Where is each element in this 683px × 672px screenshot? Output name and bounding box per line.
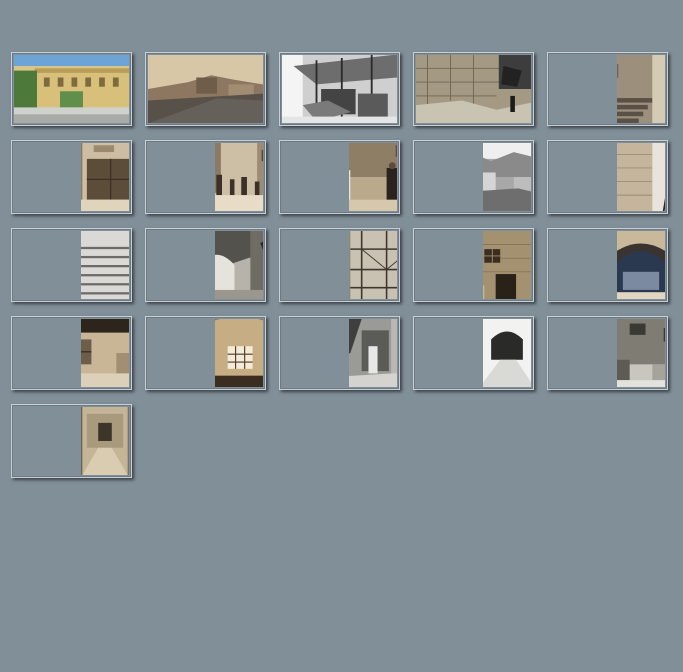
- thumbnail-caption: [420, 201, 480, 208]
- gallery-thumbnail[interactable]: [547, 52, 668, 126]
- gallery-thumbnail[interactable]: [413, 140, 534, 214]
- gallery-thumbnail[interactable]: [145, 316, 266, 390]
- thumbnail-photo: [81, 407, 129, 475]
- gallery-thumbnail[interactable]: [11, 140, 132, 214]
- thumbnail-caption: [554, 377, 614, 384]
- thumbnail-caption: [18, 465, 78, 472]
- thumbnail-caption: [286, 201, 346, 208]
- gallery-thumbnail[interactable]: [413, 228, 534, 302]
- thumbnail-photo: [81, 143, 129, 211]
- thumbnail-photo: [215, 143, 263, 211]
- thumbnail-caption: [152, 201, 212, 208]
- thumbnail-photo: [617, 231, 665, 299]
- thumbnail-caption: [554, 113, 614, 120]
- gallery-thumbnail[interactable]: [547, 228, 668, 302]
- thumbnail-photo: [349, 231, 397, 299]
- thumbnail-caption: [432, 111, 518, 118]
- thumbnail-photo: [215, 231, 263, 299]
- gallery-thumbnail[interactable]: [11, 52, 132, 126]
- thumbnail-photo: [215, 319, 263, 387]
- thumbnail-caption: [554, 201, 614, 208]
- thumbnail-caption: [164, 111, 250, 118]
- gallery-thumbnail[interactable]: [145, 228, 266, 302]
- thumbnail-caption: [286, 289, 346, 296]
- gallery-thumbnail[interactable]: [279, 228, 400, 302]
- thumbnail-photo: [617, 55, 665, 123]
- thumbnail-photo: [617, 319, 665, 387]
- gallery-thumbnail[interactable]: [11, 228, 132, 302]
- thumbnail-caption: [420, 377, 480, 384]
- thumbnail-caption: [152, 377, 212, 384]
- thumbnail-caption: [420, 289, 480, 296]
- thumbnail-caption: [18, 289, 78, 296]
- thumbnail-photo: [617, 143, 665, 211]
- thumbnail-gallery: [11, 52, 671, 482]
- thumbnail-caption: [298, 111, 384, 118]
- thumbnail-caption: [18, 377, 78, 384]
- thumbnail-photo: [349, 319, 397, 387]
- gallery-thumbnail[interactable]: [145, 140, 266, 214]
- gallery-thumbnail[interactable]: [547, 140, 668, 214]
- gallery-thumbnail[interactable]: [11, 316, 132, 390]
- thumbnail-photo: [81, 319, 129, 387]
- thumbnail-caption: [554, 289, 614, 296]
- gallery-thumbnail[interactable]: [145, 52, 266, 126]
- thumbnail-photo: [483, 231, 531, 299]
- thumbnail-photo: [483, 143, 531, 211]
- gallery-thumbnail[interactable]: [547, 316, 668, 390]
- gallery-thumbnail[interactable]: [11, 404, 132, 478]
- gallery-thumbnail[interactable]: [279, 52, 400, 126]
- gallery-thumbnail[interactable]: [279, 316, 400, 390]
- gallery-thumbnail[interactable]: [413, 52, 534, 126]
- thumbnail-caption: [30, 111, 116, 118]
- gallery-thumbnail[interactable]: [279, 140, 400, 214]
- thumbnail-photo: [349, 143, 397, 211]
- thumbnail-caption: [152, 289, 212, 296]
- thumbnail-caption: [286, 377, 346, 384]
- thumbnail-photo: [81, 231, 129, 299]
- thumbnail-caption: [18, 201, 78, 208]
- gallery-thumbnail[interactable]: [413, 316, 534, 390]
- thumbnail-photo: [483, 319, 531, 387]
